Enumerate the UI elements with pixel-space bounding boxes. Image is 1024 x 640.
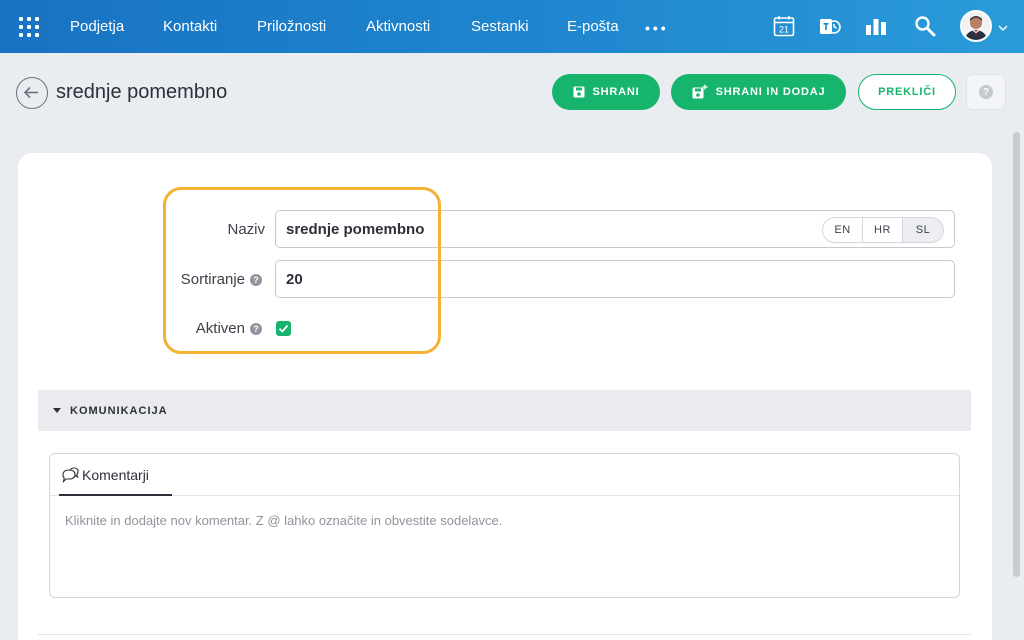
save-button[interactable]: SHRANI <box>552 74 660 110</box>
top-navigation-bar: Podjetja Kontakti Priložnosti Aktivnosti… <box>0 0 1024 53</box>
question-icon: ? <box>979 85 993 99</box>
nav-item-aktivnosti[interactable]: Aktivnosti <box>366 18 430 35</box>
name-label: Naziv <box>227 221 265 238</box>
save-button-label: SHRANI <box>592 86 640 98</box>
page-title: srednje pomembno <box>56 81 228 103</box>
sort-field-value: 20 <box>286 271 303 288</box>
nav-item-kontakti[interactable]: Kontakti <box>163 18 217 35</box>
active-checkbox[interactable] <box>276 321 291 336</box>
language-hr[interactable]: HR <box>863 218 903 242</box>
comments-tab-bar: Komentarji <box>50 454 959 496</box>
sort-field[interactable]: 20 <box>275 260 955 298</box>
comments-panel: Komentarji Kliknite in dodajte nov komen… <box>49 453 960 598</box>
avatar[interactable] <box>960 10 992 42</box>
teams-icon[interactable] <box>818 14 842 38</box>
scrollbar[interactable] <box>1013 132 1020 577</box>
section-header-komunikacija[interactable]: KOMUNIKACIJA <box>38 390 971 431</box>
floppy-disk-plus-icon <box>692 84 708 99</box>
speech-bubbles-icon <box>62 467 79 483</box>
nav-item-sestanki[interactable]: Sestanki <box>471 18 529 35</box>
help-icon[interactable]: ? <box>250 323 262 335</box>
comment-input[interactable]: Kliknite in dodajte nov komentar. Z @ la… <box>65 513 502 528</box>
language-switcher: EN HR SL <box>822 217 944 243</box>
save-and-add-button[interactable]: SHRANI IN DODAJ <box>671 74 846 110</box>
name-field[interactable]: srednje pomembno EN HR SL <box>275 210 955 248</box>
cancel-button-label: PREKLIČI <box>878 86 936 98</box>
floppy-disk-icon <box>573 86 585 98</box>
sort-label: Sortiranje? <box>160 271 262 288</box>
chevron-down-icon[interactable] <box>998 20 1008 31</box>
calendar-icon[interactable]: 21 <box>772 14 796 38</box>
sort-label-text: Sortiranje <box>180 271 245 288</box>
back-button[interactable] <box>16 77 48 109</box>
section-title: KOMUNIKACIJA <box>70 405 168 417</box>
language-sl[interactable]: SL <box>903 218 943 242</box>
nav-item-eposta[interactable]: E-pošta <box>567 18 619 35</box>
caret-down-icon <box>53 408 61 413</box>
tab-comments[interactable]: Komentarji <box>59 454 172 496</box>
nav-item-podjetja[interactable]: Podjetja <box>70 18 124 35</box>
name-field-value: srednje pomembno <box>286 221 425 238</box>
divider <box>38 634 971 635</box>
checkmark-icon <box>278 324 289 333</box>
active-label: Aktiven? <box>160 320 262 337</box>
save-and-add-button-label: SHRANI IN DODAJ <box>715 86 826 98</box>
more-menu-button[interactable]: ••• <box>645 20 669 36</box>
arrow-left-icon <box>23 86 38 99</box>
calendar-day-text: 21 <box>779 25 789 35</box>
help-button[interactable]: ? <box>966 74 1006 110</box>
analytics-icon[interactable] <box>864 14 888 38</box>
comments-tab-label: Komentarji <box>82 467 149 483</box>
search-icon[interactable] <box>913 14 937 38</box>
nav-item-priloznosti[interactable]: Priložnosti <box>257 18 326 35</box>
apps-grid-icon[interactable] <box>19 17 39 37</box>
active-label-text: Aktiven <box>195 320 245 337</box>
help-icon[interactable]: ? <box>250 274 262 286</box>
language-en[interactable]: EN <box>823 218 863 242</box>
cancel-button[interactable]: PREKLIČI <box>858 74 956 110</box>
